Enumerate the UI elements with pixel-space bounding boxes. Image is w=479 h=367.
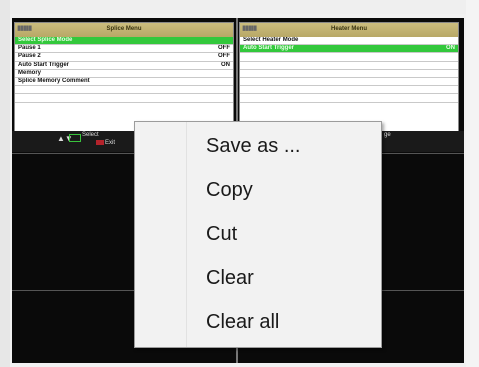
menu-row[interactable]: Pause 2 OFF [15,53,233,62]
splice-menu-header: ▮▮▮▮▮ Splice Menu [15,23,233,37]
menu-row[interactable]: Auto Start Trigger ON [240,45,458,54]
heater-menu-panel: ▮▮▮▮▮ Heater Menu Select Heater Mode Aut… [239,22,459,132]
menu-row[interactable]: Select Heater Mode [240,37,458,46]
menu-row-label: Select Splice Mode [18,37,73,43]
menu-row[interactable]: Pause 1 OFF [15,45,233,54]
menu-row-label: Pause 2 [18,53,41,60]
menu-row[interactable] [15,94,233,103]
menu-row[interactable] [240,94,458,103]
save-as-menu-item[interactable]: Save as ... [187,126,379,166]
cut-menu-item[interactable]: Cut [187,214,379,254]
menu-row-value: ON [221,61,230,68]
select-key-icon [69,134,81,142]
exit-label: Exit [105,140,116,146]
context-menu-icon-gutter [135,122,187,347]
menu-row[interactable]: Memory [15,70,233,78]
menu-row-label: Auto Start Trigger [243,45,295,52]
context-menu: Save as ... Copy Cut Clear Clear all [134,121,382,348]
splice-menu-panel: ▮▮▮▮▮ Splice Menu Select Splice Mode Pau… [14,22,234,132]
menu-row[interactable]: Splice Memory Comment [15,77,233,87]
clear-all-menu-item[interactable]: Clear all [187,302,379,342]
menu-row[interactable] [240,78,458,87]
menu-row-label: Splice Memory Comment [18,77,90,84]
menu-row[interactable]: Select Splice Mode [15,37,233,46]
splice-menu-title: Splice Menu [106,26,142,32]
menu-row-label: Select Heater Mode [243,37,299,43]
menu-row-label: Memory [18,69,42,76]
menu-row[interactable] [240,70,458,78]
top-bar [0,0,479,14]
menu-row-value: OFF [218,53,230,60]
menu-row[interactable] [240,86,458,95]
toolbar-right-label: ge [384,132,391,138]
right-scroll-area [466,0,479,367]
menu-row-label: Auto Start Trigger [18,61,70,68]
heater-menu-header: ▮▮▮▮▮ Heater Menu [240,23,458,37]
select-label: Select [82,132,99,138]
exit-key-icon [96,140,104,145]
clear-menu-item[interactable]: Clear [187,258,379,298]
menu-row-label: Pause 1 [18,45,41,52]
menu-row[interactable]: Auto Start Trigger ON [15,62,233,70]
copy-menu-item[interactable]: Copy [187,170,379,210]
menu-row-value: OFF [218,45,230,52]
heater-menu-title: Heater Menu [330,26,367,32]
menu-row-value: ON [446,45,455,52]
menu-row[interactable] [240,53,458,62]
menu-row[interactable] [15,86,233,95]
left-border [0,0,10,367]
menu-row[interactable] [240,62,458,70]
